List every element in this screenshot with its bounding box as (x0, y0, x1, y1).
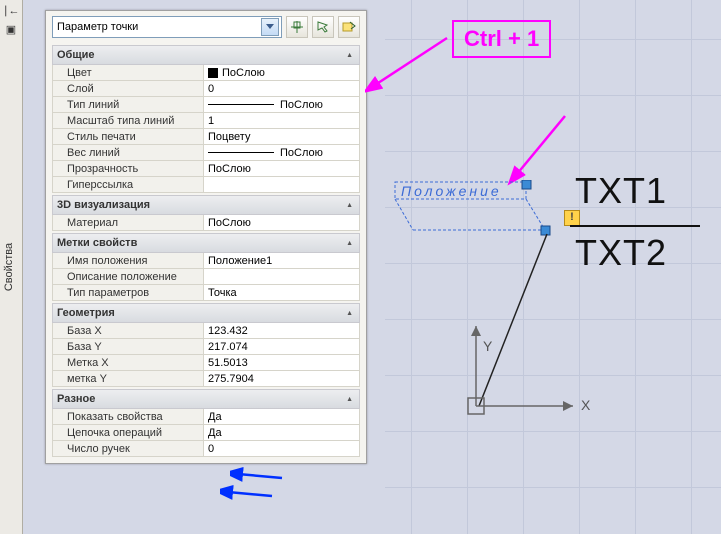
collapse-icon: ▲ (346, 310, 353, 317)
value-posname[interactable]: Положение1 (203, 253, 360, 269)
section-header-common[interactable]: Общие ▲ (52, 45, 360, 65)
row-lineweight: Вес линийПоСлою (52, 145, 360, 161)
panel-dock-strip: ∣← ▣ Свойства (0, 0, 23, 534)
drawing-canvas[interactable]: Ctrl + 1 Положение ! TXT1 TXT2 Y X (385, 0, 721, 534)
row-showprops: Показать свойстваДа (52, 409, 360, 425)
axis-y-label: Y (483, 338, 492, 354)
axis-x-label: X (581, 397, 590, 413)
value-color[interactable]: ПоСлою (203, 65, 360, 81)
value-transparency[interactable]: ПоСлою (203, 161, 360, 177)
section-title-common: Общие (57, 49, 95, 61)
value-plotstyle[interactable]: Поцвету (203, 129, 360, 145)
properties-panel: Параметр точки Общие ▲ ЦветПоСлою Слой0 … (45, 10, 367, 464)
value-basey[interactable]: 217.074 (203, 339, 360, 355)
row-posdesc: Описание положение (52, 269, 360, 285)
row-grips: Число ручек0 (52, 441, 360, 457)
row-basex: База X123.432 (52, 323, 360, 339)
value-markx[interactable]: 51.5013 (203, 355, 360, 371)
color-swatch-icon (208, 68, 218, 78)
linetype-preview-icon (208, 104, 274, 105)
section-header-3d[interactable]: 3D визуализация ▲ (52, 195, 360, 215)
value-layer[interactable]: 0 (203, 81, 360, 97)
value-chain[interactable]: Да (203, 425, 360, 441)
row-markx: Метка X51.5013 (52, 355, 360, 371)
value-grips[interactable]: 0 (203, 441, 360, 457)
value-paramtype[interactable]: Точка (203, 285, 360, 301)
value-basex[interactable]: 123.432 (203, 323, 360, 339)
annotation-arrow-grips (220, 484, 280, 504)
value-linetype[interactable]: ПоСлою (203, 97, 360, 113)
collapse-icon: ▲ (346, 52, 353, 59)
row-chain: Цепочка операцийДа (52, 425, 360, 441)
value-showprops[interactable]: Да (203, 409, 360, 425)
panel-toolbar: Параметр точки (46, 11, 366, 43)
position-label-text: Положение (401, 183, 502, 199)
value-hyperlink[interactable] (203, 177, 360, 193)
panel-title: Свойства (3, 243, 15, 291)
value-material[interactable]: ПоСлою (203, 215, 360, 231)
txt1-label: TXT1 (575, 170, 667, 212)
warning-icon: ! (564, 210, 580, 226)
section-title-3d: 3D визуализация (57, 199, 150, 211)
section-title-tags: Метки свойств (57, 237, 137, 249)
row-posname: Имя положенияПоложение1 (52, 253, 360, 269)
row-marky: метка Y275.7904 (52, 371, 360, 387)
row-layer: Слой0 (52, 81, 360, 97)
row-plotstyle: Стиль печатиПоцвету (52, 129, 360, 145)
collapse-icon: ▲ (346, 240, 353, 247)
row-hyperlink: Гиперссылка (52, 177, 360, 193)
annotation-ctrl-1: Ctrl + 1 (452, 20, 551, 58)
chevron-down-icon[interactable] (261, 18, 279, 36)
value-ltscale[interactable]: 1 (203, 113, 360, 129)
row-basey: База Y217.074 (52, 339, 360, 355)
txt-divider (570, 225, 700, 227)
object-type-value: Параметр точки (57, 21, 138, 33)
annotation-arrow-chain (230, 466, 290, 486)
quick-select-button[interactable] (286, 16, 308, 38)
sections: Общие ▲ ЦветПоСлою Слой0 Тип линийПоСлою… (46, 45, 366, 463)
row-material: МатериалПоСлою (52, 215, 360, 231)
collapse-icon: ▲ (346, 202, 353, 209)
row-linetype: Тип линийПоСлою (52, 97, 360, 113)
section-title-geom: Геометрия (57, 307, 115, 319)
section-header-geom[interactable]: Геометрия ▲ (52, 303, 360, 323)
pick-add-button[interactable] (312, 16, 334, 38)
value-posdesc[interactable] (203, 269, 360, 285)
dock-hide-icon[interactable]: ▣ (3, 22, 19, 38)
collapse-icon: ▲ (346, 396, 353, 403)
row-paramtype: Тип параметровТочка (52, 285, 360, 301)
row-color: ЦветПоСлою (52, 65, 360, 81)
value-marky[interactable]: 275.7904 (203, 371, 360, 387)
section-header-tags[interactable]: Метки свойств ▲ (52, 233, 360, 253)
dock-pin-icon[interactable]: ∣← (3, 3, 19, 19)
toggle-pim-button[interactable] (338, 16, 360, 38)
value-lineweight[interactable]: ПоСлою (203, 145, 360, 161)
section-title-misc: Разное (57, 393, 95, 405)
lineweight-preview-icon (208, 152, 274, 153)
row-ltscale: Масштаб типа линий1 (52, 113, 360, 129)
object-type-selector[interactable]: Параметр точки (52, 16, 282, 38)
row-transparency: ПрозрачностьПоСлою (52, 161, 360, 177)
section-header-misc[interactable]: Разное ▲ (52, 389, 360, 409)
